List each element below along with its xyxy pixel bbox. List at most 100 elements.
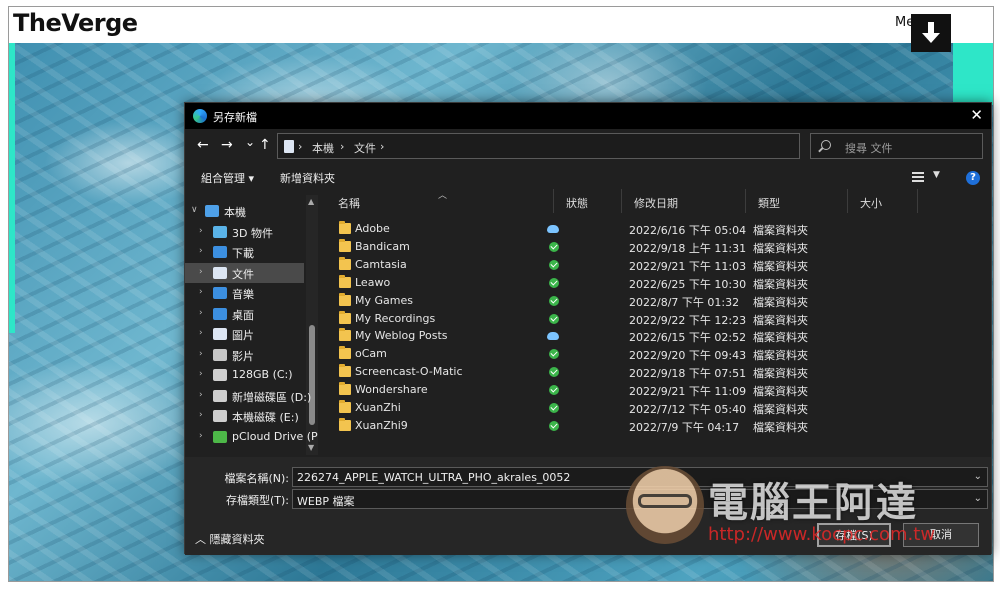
folder-icon (339, 328, 351, 342)
chevron-right-icon[interactable]: › (199, 308, 203, 318)
file-row[interactable]: Adobe 2022/6/16 下午 05:04 檔案資料夾 (326, 220, 926, 238)
nav-tree-item[interactable]: › 新增磁碟區 (D:) (185, 386, 311, 406)
cloud-status-icon (547, 332, 559, 341)
chevron-right-icon[interactable]: › (199, 410, 203, 420)
nav-tree-item[interactable]: › 下載 (185, 242, 304, 262)
nav-tree-item[interactable]: › 桌面 (185, 304, 304, 324)
chevron-right-icon[interactable]: › (199, 349, 203, 359)
file-date: 2022/6/15 下午 02:52 (629, 331, 747, 345)
folder-icon (339, 256, 351, 270)
chevron-down-icon[interactable]: ▼ (933, 170, 940, 180)
nav-tree-label: pCloud Drive (P (232, 429, 318, 443)
file-row[interactable]: Leawo 2022/6/25 下午 10:30 檔案資料夾 (326, 274, 926, 292)
file-date: 2022/6/16 下午 05:04 (629, 224, 747, 237)
chevron-right-icon[interactable]: › (199, 431, 203, 441)
file-type: 檔案資料夾 (753, 277, 808, 291)
nav-tree-item[interactable]: › pCloud Drive (P (185, 427, 318, 447)
synced-check-icon (549, 313, 559, 324)
chevron-down-icon[interactable]: ⌄ (974, 493, 982, 504)
nav-scrollbar[interactable]: ▲ ▼ (306, 195, 318, 455)
accent-bar-left (9, 43, 15, 333)
help-icon[interactable]: ? (966, 171, 980, 185)
drive-icon (213, 410, 227, 422)
nav-tree-item[interactable]: ∨ 本機 (185, 201, 304, 221)
file-row[interactable]: XuanZhi9 2022/7/9 下午 04:17 檔案資料夾 (326, 417, 926, 435)
music-icon (213, 287, 227, 299)
nav-tree-item[interactable]: › 圖片 (185, 324, 304, 344)
file-row[interactable]: Wondershare 2022/9/21 下午 11:09 檔案資料夾 (326, 381, 926, 399)
download-arrow-icon (922, 22, 940, 43)
new-folder-button[interactable]: 新增資料夾 (280, 170, 335, 186)
breadcrumb-separator: › (380, 140, 385, 153)
breadcrumb-documents[interactable]: 文件 (354, 140, 376, 156)
nav-tree-item[interactable]: › 本機磁碟 (E:) (185, 406, 304, 426)
organize-button[interactable]: 組合管理 ▾ (201, 170, 254, 186)
synced-check-icon (549, 277, 559, 288)
column-header-status[interactable]: 狀態 (554, 189, 622, 213)
hide-folders-toggle[interactable]: ︿ 隱藏資料夾 (195, 531, 265, 547)
synced-check-icon (549, 403, 559, 413)
file-name: My Games (355, 293, 413, 307)
scroll-up-icon[interactable]: ▲ (308, 197, 314, 206)
watermark: 電腦王阿達 http://www.kocpc.com.tw (626, 458, 966, 558)
chevron-right-icon[interactable]: › (199, 369, 203, 379)
drive-icon (213, 369, 227, 381)
hide-folders-label: 隱藏資料夾 (209, 533, 265, 546)
nav-scroll-thumb[interactable] (309, 325, 315, 425)
file-date: 2022/9/18 上午 11:31 (629, 241, 747, 255)
chevron-right-icon[interactable]: › (199, 267, 203, 277)
file-row[interactable]: My Weblog Posts 2022/6/15 下午 02:52 檔案資料夾 (326, 327, 926, 345)
file-type: 檔案資料夾 (753, 367, 808, 381)
folder-icon (339, 382, 351, 396)
edge-browser-icon (193, 109, 207, 123)
file-row[interactable]: My Games 2022/8/7 下午 01:32 檔案資料夾 (326, 292, 926, 310)
chevron-right-icon[interactable]: › (199, 226, 203, 236)
column-header-size[interactable]: 大小 (848, 189, 918, 213)
nav-tree-item[interactable]: › 音樂 (185, 283, 304, 303)
file-date: 2022/6/25 下午 10:30 (629, 277, 747, 291)
chevron-right-icon[interactable]: › (199, 246, 203, 256)
breadcrumb-this-pc[interactable]: 本機 (312, 140, 334, 156)
cube-icon (213, 225, 227, 238)
close-icon[interactable]: ✕ (970, 106, 983, 124)
download-button[interactable] (911, 14, 951, 52)
file-row[interactable]: Screencast-O-Matic 2022/9/18 下午 07:51 檔案資料… (326, 363, 926, 381)
folder-icon (339, 417, 351, 431)
file-row[interactable]: My Recordings 2022/9/22 下午 12:23 檔案資料夾 (326, 310, 926, 328)
up-folder-icon[interactable]: ↑ (259, 138, 271, 152)
forward-icon[interactable]: → (221, 138, 233, 152)
drive-icon (213, 389, 227, 402)
nav-tree-item[interactable]: › 3D 物件 (185, 222, 304, 242)
chevron-right-icon[interactable]: › (199, 390, 203, 400)
file-row[interactable]: oCam 2022/9/20 下午 09:43 檔案資料夾 (326, 345, 926, 363)
nav-tree-label: 文件 (232, 267, 254, 281)
file-type: 檔案資料夾 (753, 224, 808, 237)
recent-locations-icon[interactable]: ⌄ (245, 135, 255, 149)
file-row[interactable]: Bandicam 2022/9/18 上午 11:31 檔案資料夾 (326, 238, 926, 256)
file-row[interactable]: XuanZhi 2022/7/12 下午 05:40 檔案資料夾 (326, 399, 926, 417)
file-name: Screencast-O-Matic (355, 365, 463, 379)
column-header-date[interactable]: 修改日期 (622, 189, 746, 213)
site-logo[interactable]: TheVerge (13, 9, 138, 37)
synced-check-icon (549, 349, 559, 360)
nav-tree-label: 音樂 (232, 288, 254, 301)
nav-tree-item[interactable]: › 文件 (185, 262, 304, 283)
nav-tree-label: 128GB (C:) (232, 368, 293, 381)
address-bar[interactable]: › 本機 › 文件 › ⌄ ↻ (277, 133, 880, 159)
search-input[interactable]: 搜尋 文件 (810, 133, 983, 159)
nav-tree-item[interactable]: › 128GB (C:) (185, 365, 304, 385)
view-options-icon[interactable] (912, 172, 924, 182)
chevron-down-icon[interactable]: ⌄ (974, 471, 982, 482)
chevron-right-icon[interactable]: › (199, 287, 203, 297)
nav-tree-label: 下載 (232, 247, 254, 260)
back-icon[interactable]: ← (197, 138, 209, 152)
folder-icon (339, 364, 351, 378)
chevron-down-icon[interactable]: ∨ (191, 205, 198, 215)
synced-check-icon (549, 259, 559, 270)
chevron-right-icon[interactable]: › (199, 328, 203, 338)
nav-tree-label: 本機 (224, 206, 246, 219)
column-header-type[interactable]: 類型 (746, 189, 848, 213)
nav-tree-item[interactable]: › 影片 (185, 345, 304, 365)
file-row[interactable]: Camtasia 2022/9/21 下午 11:03 檔案資料夾 (326, 256, 926, 274)
scroll-down-icon[interactable]: ▼ (308, 443, 314, 452)
